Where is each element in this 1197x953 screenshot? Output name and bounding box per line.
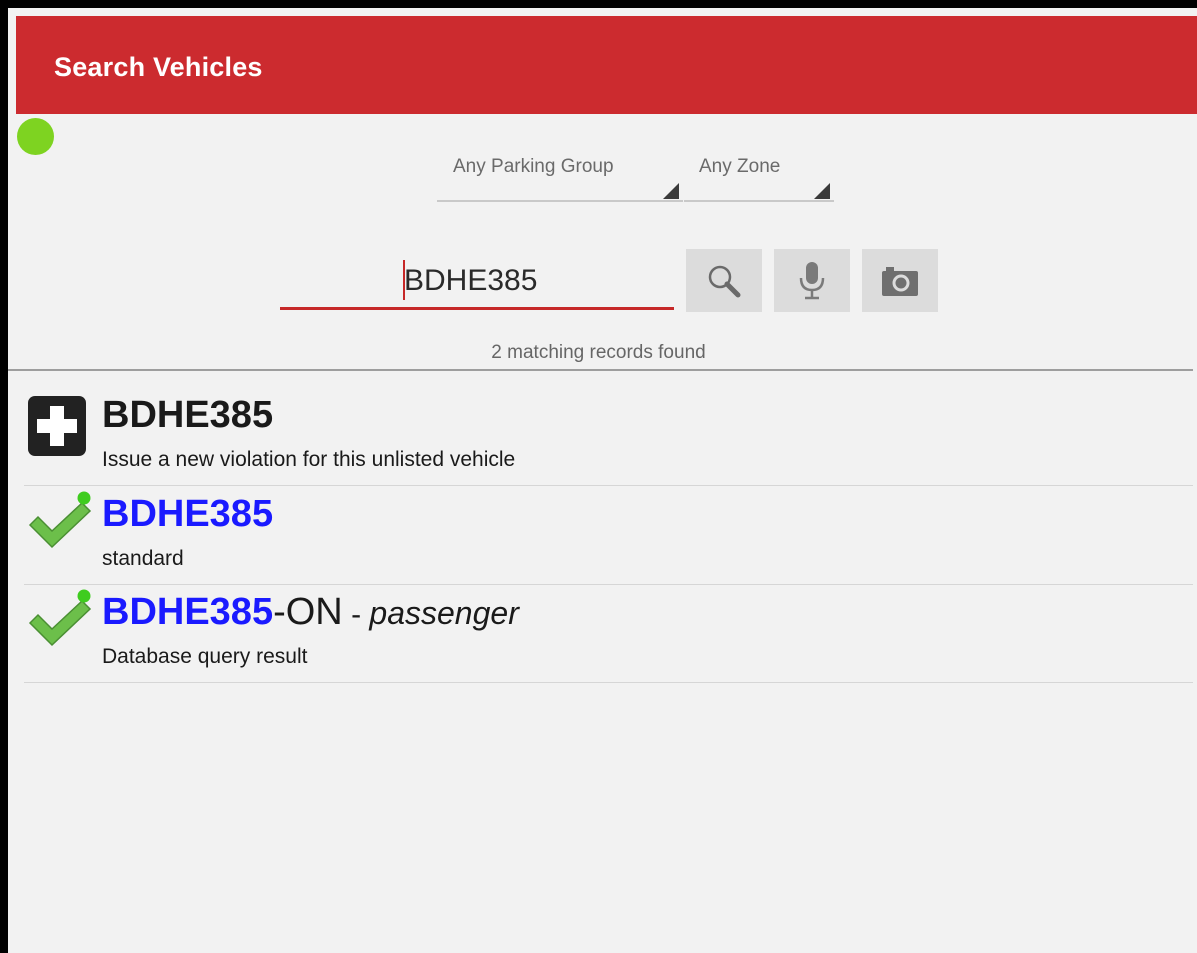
item-subtitle: Issue a new violation for this unlisted … [102, 448, 516, 471]
item-title-link: BDHE385 [102, 493, 274, 535]
search-input-underline [280, 307, 674, 310]
check-icon [28, 589, 92, 647]
item-title-link: BDHE385 [102, 591, 274, 633]
add-icon [28, 396, 86, 456]
results-count: 2 matching records found [491, 342, 706, 363]
item-vehicle-type: passenger [369, 595, 519, 631]
zone-value: Any Zone [699, 156, 781, 177]
parking-group-dropdown[interactable]: Any Parking Group [437, 150, 683, 202]
status-dot-icon [17, 118, 54, 155]
list-separator [24, 485, 1193, 486]
list-item-vehicle[interactable]: BDHE385-ON - passenger Database query re… [24, 585, 1193, 683]
check-icon [28, 491, 92, 549]
app-bar-title: Search Vehicles [54, 52, 263, 82]
list-separator [24, 682, 1193, 683]
item-title: BDHE385 [102, 394, 274, 436]
item-title-separator: - [342, 598, 370, 631]
item-title: BDHE385-ON - passenger [102, 591, 519, 634]
camera-icon [882, 266, 918, 296]
plate-search-value: BDHE385 [404, 264, 538, 297]
item-subtitle: Database query result [102, 645, 308, 668]
camera-button[interactable] [862, 249, 938, 312]
item-subtitle: standard [102, 547, 184, 570]
item-title-suffix: -ON [273, 591, 343, 633]
list-item-vehicle[interactable]: BDHE385 standard [24, 487, 1193, 585]
app-bar: Search Vehicles [16, 16, 1197, 114]
plate-search-input[interactable]: BDHE385 [280, 250, 674, 310]
results-divider [8, 369, 1193, 371]
zone-dropdown[interactable]: Any Zone [684, 150, 834, 202]
search-icon [708, 265, 741, 297]
dropdown-underline [437, 200, 683, 202]
search-button[interactable] [686, 249, 762, 312]
microphone-icon [799, 261, 825, 299]
list-item-new-violation[interactable]: BDHE385 Issue a new violation for this u… [24, 388, 1193, 486]
voice-input-button[interactable] [774, 249, 850, 312]
screen: Search Vehicles Any Parking Group Any Zo… [0, 0, 1197, 953]
dropdown-arrow-icon [814, 183, 830, 199]
dropdown-underline [684, 200, 834, 202]
parking-group-value: Any Parking Group [453, 156, 614, 177]
dropdown-arrow-icon [663, 183, 679, 199]
